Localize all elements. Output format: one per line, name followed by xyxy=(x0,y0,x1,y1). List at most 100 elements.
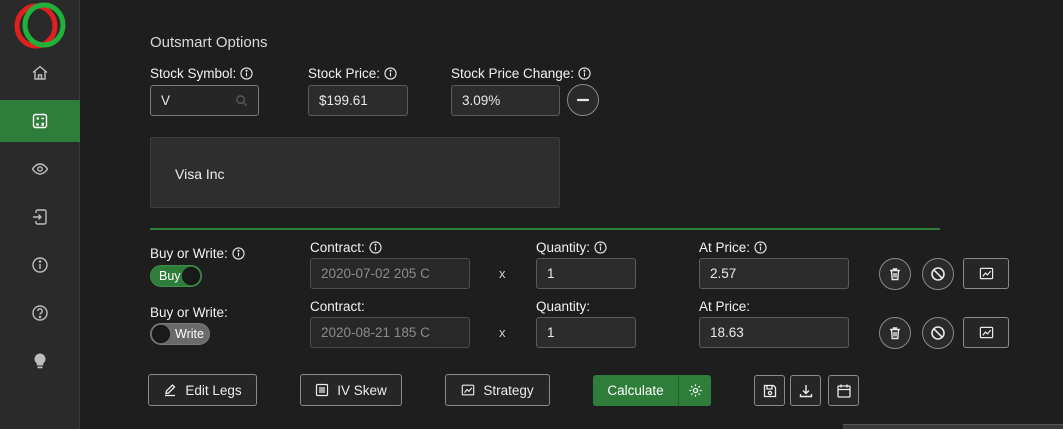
toggle-label: Buy xyxy=(159,269,181,283)
list-icon xyxy=(316,383,329,397)
quantity-input[interactable]: 1 xyxy=(536,317,636,348)
info-icon[interactable] xyxy=(232,247,245,260)
calculate-settings-button[interactable] xyxy=(679,375,711,406)
edit-legs-button[interactable]: Edit Legs xyxy=(148,374,257,406)
buy-or-write-label-text: Buy or Write: xyxy=(150,305,228,320)
stock-price-label: Stock Price: xyxy=(308,66,397,81)
multiply-sign: x xyxy=(499,266,506,281)
info-icon[interactable] xyxy=(754,241,767,254)
horizontal-scrollbar[interactable] xyxy=(843,424,1063,429)
search-icon[interactable] xyxy=(235,94,248,107)
ban-icon xyxy=(931,326,945,340)
at-price-value: 18.63 xyxy=(710,325,744,340)
buy-or-write-label: Buy or Write: xyxy=(150,305,228,320)
contract-label: Contract: xyxy=(310,299,365,314)
ban-icon xyxy=(931,267,945,281)
sidebar-item-tips[interactable] xyxy=(0,340,80,382)
app-logo[interactable] xyxy=(12,2,68,50)
contract-label-text: Contract: xyxy=(310,240,365,255)
calendar-icon xyxy=(836,384,851,398)
pencil-icon xyxy=(165,384,176,397)
contract-value: 2020-07-02 205 C xyxy=(321,266,430,281)
sidebar-item-info[interactable] xyxy=(0,244,80,286)
buy-write-toggle[interactable]: Write xyxy=(150,323,210,345)
stock-price-value: $199.61 xyxy=(319,93,368,108)
lightbulb-icon xyxy=(34,353,46,369)
quantity-label-text: Quantity: xyxy=(536,299,591,314)
toggle-label: Write xyxy=(175,327,204,341)
buy-or-write-label: Buy or Write: xyxy=(150,246,245,261)
sidebar-item-calculator[interactable] xyxy=(0,100,80,142)
sidebar-item-watchlist[interactable] xyxy=(0,148,80,190)
delete-leg-button[interactable] xyxy=(879,258,911,290)
save-button[interactable] xyxy=(754,375,785,406)
download-icon xyxy=(799,384,812,397)
chart-icon xyxy=(462,384,475,396)
info-icon[interactable] xyxy=(369,241,382,254)
info-icon[interactable] xyxy=(594,241,607,254)
disable-leg-button[interactable] xyxy=(922,258,954,290)
info-icon[interactable] xyxy=(384,67,397,80)
gear-icon xyxy=(688,384,702,397)
contract-input[interactable]: 2020-07-02 205 C xyxy=(310,258,470,289)
calculate-button-group: Calculate xyxy=(593,375,711,406)
leg-chart-button[interactable] xyxy=(963,258,1009,289)
disable-leg-button[interactable] xyxy=(922,317,954,349)
delete-leg-button[interactable] xyxy=(879,317,911,349)
stock-price-change-label-text: Stock Price Change: xyxy=(451,66,575,81)
login-icon xyxy=(33,209,47,225)
strategy-button[interactable]: Strategy xyxy=(445,374,550,406)
help-icon xyxy=(32,305,48,321)
trash-icon xyxy=(890,268,900,281)
at-price-input[interactable]: 18.63 xyxy=(699,317,849,348)
strategy-label: Strategy xyxy=(483,382,534,398)
contract-value: 2020-08-21 185 C xyxy=(321,325,430,340)
sidebar xyxy=(0,0,80,429)
sidebar-item-help[interactable] xyxy=(0,292,80,334)
section-divider xyxy=(150,228,940,230)
calculate-button[interactable]: Calculate xyxy=(593,375,679,406)
sidebar-item-home[interactable] xyxy=(0,52,80,94)
edit-legs-label: Edit Legs xyxy=(185,382,242,398)
info-icon[interactable] xyxy=(578,67,591,80)
contract-label-text: Contract: xyxy=(310,299,365,314)
quantity-label-text: Quantity: xyxy=(536,240,591,255)
stock-symbol-input[interactable]: V xyxy=(150,85,259,116)
quantity-input[interactable]: 1 xyxy=(536,258,636,289)
main-panel: Outsmart Options Stock Symbol: V Stock P… xyxy=(81,0,1063,429)
stock-price-change-input[interactable]: 3.09% xyxy=(451,85,560,116)
calculator-icon xyxy=(32,113,48,129)
stock-price-change-value: 3.09% xyxy=(462,93,501,108)
company-name: Visa Inc xyxy=(175,166,225,182)
info-icon xyxy=(32,257,48,273)
chart-icon xyxy=(979,267,993,280)
download-button[interactable] xyxy=(790,375,821,406)
iv-skew-label: IV Skew xyxy=(337,382,387,398)
at-price-value: 2.57 xyxy=(710,266,737,281)
buy-or-write-label-text: Buy or Write: xyxy=(150,246,228,261)
minus-button[interactable] xyxy=(567,84,599,116)
chart-icon xyxy=(979,326,993,339)
contract-input[interactable]: 2020-08-21 185 C xyxy=(310,317,470,348)
at-price-label: At Price: xyxy=(699,299,750,314)
iv-skew-button[interactable]: IV Skew xyxy=(300,374,402,406)
stock-symbol-value: V xyxy=(161,93,171,108)
info-icon[interactable] xyxy=(240,67,253,80)
at-price-label: At Price: xyxy=(699,240,767,255)
minus-icon xyxy=(576,98,590,102)
leg-chart-button[interactable] xyxy=(963,317,1009,348)
stock-symbol-label: Stock Symbol: xyxy=(150,66,253,81)
quantity-label: Quantity: xyxy=(536,240,607,255)
eye-icon xyxy=(31,163,49,175)
trash-icon xyxy=(890,327,900,340)
page-title: Outsmart Options xyxy=(150,34,268,51)
toggle-knob xyxy=(152,325,170,343)
buy-write-toggle[interactable]: Buy xyxy=(150,265,202,287)
at-price-input[interactable]: 2.57 xyxy=(699,258,849,289)
quantity-value: 1 xyxy=(547,266,555,281)
quantity-label: Quantity: xyxy=(536,299,590,314)
stock-price-input[interactable]: $199.61 xyxy=(308,85,408,116)
calendar-button[interactable] xyxy=(828,375,859,406)
sidebar-item-login[interactable] xyxy=(0,196,80,238)
contract-label: Contract: xyxy=(310,240,382,255)
